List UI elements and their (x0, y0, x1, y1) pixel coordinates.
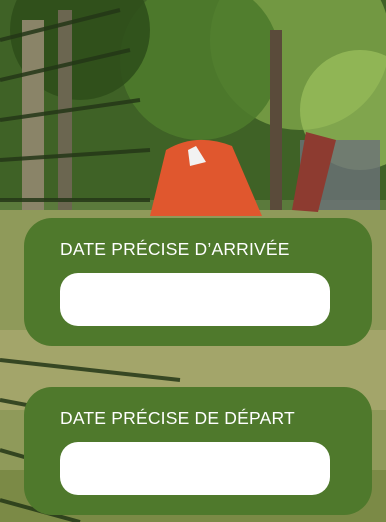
arrival-date-card: DATE PRÉCISE D’ARRIVÉE (24, 218, 372, 346)
departure-date-label: DATE PRÉCISE DE DÉPART (60, 408, 295, 428)
booking-form-page: DATE PRÉCISE D’ARRIVÉE DATE PRÉCISE DE D… (0, 0, 386, 522)
departure-date-card: DATE PRÉCISE DE DÉPART (24, 387, 372, 515)
arrival-date-label: DATE PRÉCISE D’ARRIVÉE (60, 239, 290, 259)
arrival-date-input[interactable] (60, 273, 330, 326)
departure-date-input[interactable] (60, 442, 330, 495)
